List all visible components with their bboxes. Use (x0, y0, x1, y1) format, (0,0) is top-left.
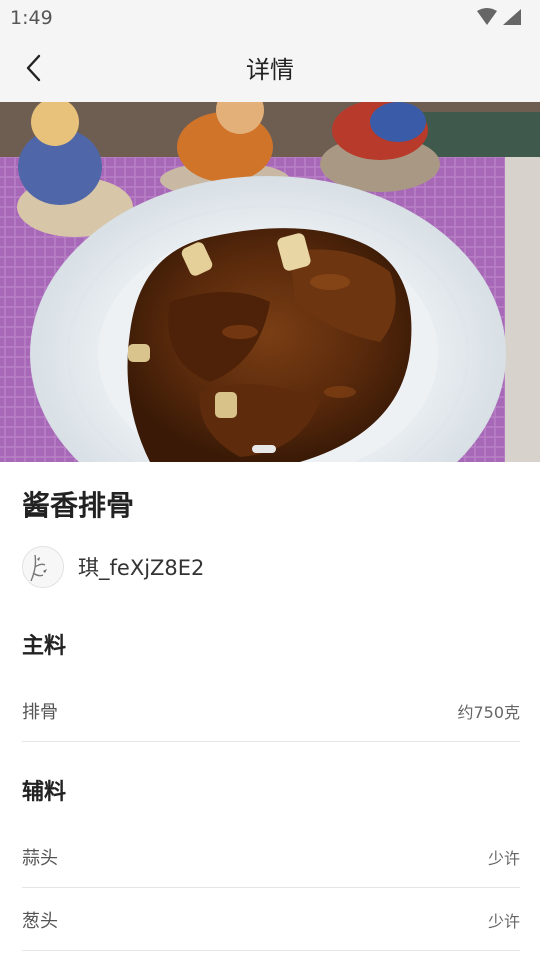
aux-ingredients-title: 辅料 (22, 780, 67, 805)
author-row[interactable]: 琪_feXjZ8E2 (22, 546, 204, 588)
status-time: 1:49 (10, 7, 53, 29)
status-icons (476, 8, 522, 26)
ingredient-row: 蒜头 少许 (22, 826, 520, 888)
ingredient-amount: 少许 (487, 912, 520, 931)
ingredient-amount: 约750克 (457, 703, 520, 722)
app-bar: 详情 (0, 36, 540, 102)
recipe-photo-carousel[interactable] (0, 102, 540, 462)
ingredient-name: 葱头 (22, 911, 58, 932)
wifi-icon (477, 8, 497, 25)
ingredient-row: 葱头 少许 (22, 889, 520, 951)
avatar[interactable] (22, 546, 64, 588)
recipe-title: 酱香排骨 (22, 489, 135, 522)
signal-icon (503, 9, 521, 25)
main-ingredients-title: 主料 (22, 634, 67, 659)
avatar-image (23, 547, 63, 587)
ingredient-amount: 少许 (487, 849, 520, 868)
ingredient-row: 排骨 约750克 (22, 680, 520, 742)
carousel-indicator (252, 445, 276, 453)
author-name[interactable]: 琪_feXjZ8E2 (78, 552, 204, 582)
ingredient-name: 蒜头 (22, 848, 58, 869)
recipe-photo (0, 102, 540, 462)
page-title: 详情 (246, 56, 294, 84)
status-bar: 1:49 (0, 0, 540, 36)
ingredient-name: 排骨 (22, 702, 58, 723)
